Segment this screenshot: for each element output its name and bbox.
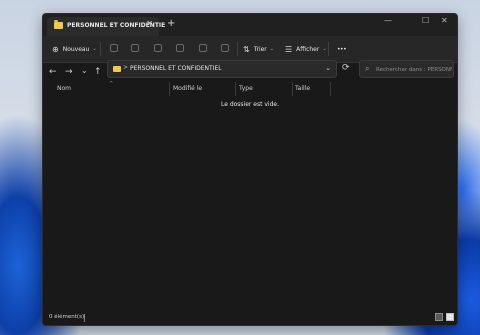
search-input[interactable] [376,64,452,75]
chevron-down-icon: ⌄ [92,46,97,52]
column-name[interactable]: Nom [57,85,71,92]
address-bar[interactable]: > PERSONNEL ET CONFIDENTIEL ⌄ [107,60,337,78]
sort-button-label: Trier [253,45,267,53]
minimize-button[interactable]: — [384,17,392,25]
rename-icon[interactable] [176,44,184,52]
maximize-button[interactable]: ☐ [422,17,429,25]
back-button[interactable]: ← [49,65,57,79]
sort-button[interactable]: ⇅ Trier ⌄ [243,42,274,56]
paste-icon[interactable] [154,44,162,52]
toolbar-divider [328,42,329,56]
column-divider[interactable] [169,82,170,96]
status-divider [84,314,85,322]
delete-icon[interactable] [221,44,229,52]
new-tab-button[interactable]: + [167,19,175,29]
column-divider[interactable] [330,82,331,96]
share-icon[interactable] [199,44,207,52]
file-explorer-window: PERSONNEL ET CONFIDENTIE ✕ + — ☐ ✕ ⊕ Nou… [42,13,458,326]
column-modified[interactable]: Modifié le [173,85,202,92]
tab-close-icon[interactable]: ✕ [146,20,153,28]
toolbar-divider [237,42,238,56]
refresh-button[interactable]: ⟳ [342,63,350,73]
column-divider[interactable] [292,82,293,96]
view-button-label: Afficher [296,45,320,53]
plus-circle-icon: ⊕ [52,44,59,54]
tab-personnel[interactable]: PERSONNEL ET CONFIDENTIE ✕ [47,17,165,36]
folder-icon [54,20,63,29]
chevron-down-icon: ⌄ [269,46,274,52]
more-options-button[interactable]: ••• [337,42,347,56]
recent-locations-button[interactable]: ⌄ [81,64,88,78]
column-type[interactable]: Type [239,85,253,92]
close-window-button[interactable]: ✕ [441,17,448,25]
item-count: 0 élément(s) [49,314,85,320]
tiles-view-icon[interactable] [446,313,454,321]
view-icon: ☰ [285,44,293,54]
folder-icon [113,66,121,72]
details-view-icon[interactable] [435,313,443,321]
forward-button[interactable]: → [65,65,73,79]
title-bar: PERSONNEL ET CONFIDENTIE ✕ + — ☐ ✕ [43,14,457,36]
view-button[interactable]: ☰ Afficher ⌄ [285,42,327,56]
cut-icon[interactable] [110,44,118,52]
status-bar: 0 élément(s) [43,311,457,325]
empty-folder-message: Le dossier est vide. [220,101,279,108]
breadcrumb-path[interactable]: PERSONNEL ET CONFIDENTIEL [130,65,222,72]
column-size[interactable]: Taille [295,85,310,92]
command-bar: ⊕ Nouveau ⌄ ⇅ Trier ⌄ ☰ Afficher ⌄ ••• [43,36,457,63]
new-button[interactable]: ⊕ Nouveau ⌄ [52,42,97,56]
search-box[interactable]: ⌕ [359,60,454,78]
chevron-down-icon: ⌄ [322,46,327,52]
column-divider[interactable] [235,82,236,96]
column-headers: Nom ^ Modifié le Type Taille [43,81,457,96]
new-button-label: Nouveau [62,45,90,53]
breadcrumb-separator: > [123,64,129,71]
toolbar-divider [100,42,101,56]
sort-arrow-icon: ^ [109,81,114,87]
up-button[interactable]: ↑ [94,65,102,79]
copy-icon[interactable] [131,44,139,52]
chevron-down-icon[interactable]: ⌄ [325,64,331,72]
search-icon: ⌕ [365,64,370,73]
sort-icon: ⇅ [243,44,250,54]
